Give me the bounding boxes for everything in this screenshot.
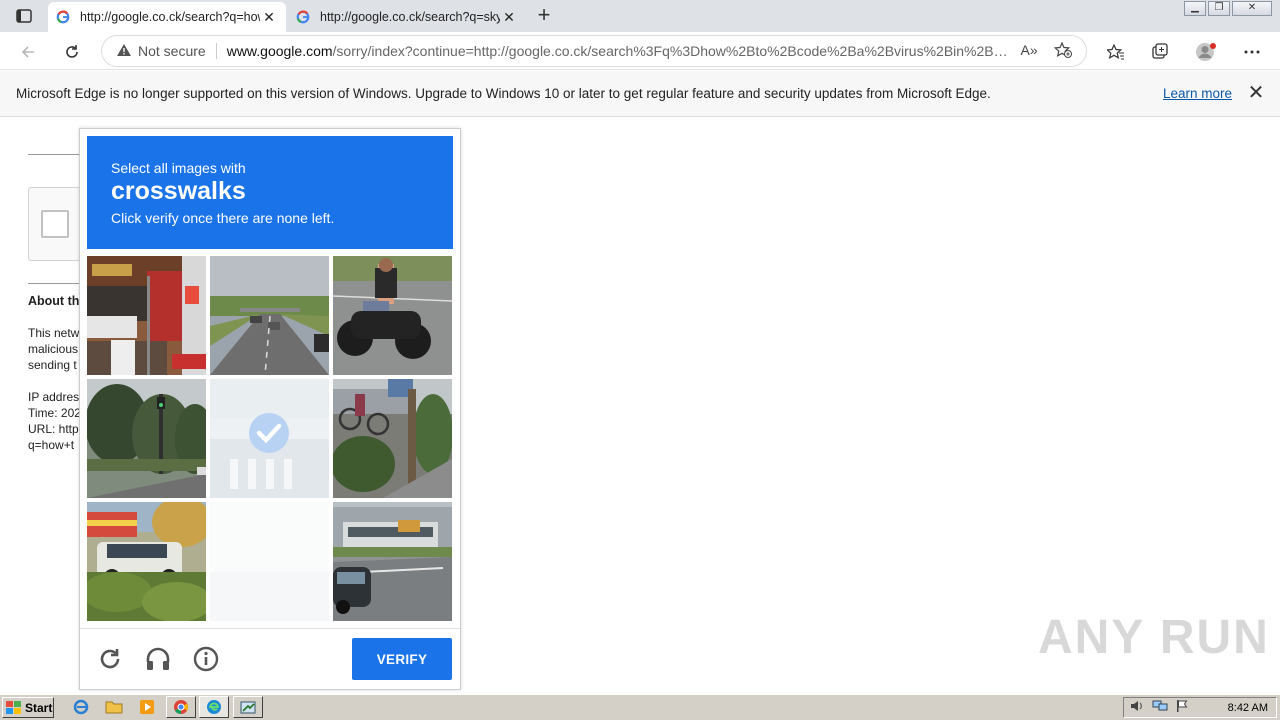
verify-button[interactable]: VERIFY	[352, 638, 452, 680]
windows-logo-icon	[6, 700, 21, 714]
learn-more-link[interactable]: Learn more	[1163, 86, 1232, 101]
divider	[28, 154, 80, 155]
minimize-icon[interactable]: ▁	[1184, 1, 1206, 16]
edge-taskbar-icon[interactable]	[199, 696, 229, 718]
tab-google-search-skype[interactable]: http://google.co.ck/search?q=skype ✕	[288, 2, 526, 32]
refresh-icon[interactable]	[60, 40, 84, 64]
media-player-icon[interactable]	[136, 697, 158, 717]
start-label: Start	[25, 700, 53, 715]
captcha-tile-parked-car[interactable]	[87, 502, 206, 621]
captcha-tile-street-bus[interactable]	[333, 502, 452, 621]
anyrun-watermark: ANY RUN	[1038, 611, 1270, 664]
close-window-icon[interactable]: ✕	[1232, 1, 1272, 16]
recaptcha-checkbox[interactable]	[41, 210, 69, 238]
captcha-tile-storefront[interactable]	[87, 256, 206, 375]
reload-icon[interactable]	[96, 645, 124, 673]
tab-actions-icon[interactable]	[8, 4, 40, 28]
warning-triangle-icon	[116, 43, 132, 60]
more-menu-icon[interactable]	[1240, 40, 1264, 64]
profile-avatar-icon[interactable]	[1194, 40, 1218, 64]
page-text-line: Time: 202	[28, 406, 80, 420]
audio-headphones-icon[interactable]	[144, 645, 172, 673]
page-text-line: q=how+t	[28, 438, 75, 452]
captcha-tile-bicycle-trees[interactable]	[333, 379, 452, 498]
back-arrow-icon[interactable]	[16, 40, 40, 64]
ie-icon[interactable]	[70, 697, 92, 717]
start-button[interactable]: Start	[2, 697, 54, 718]
captcha-footer-divider	[80, 628, 460, 629]
new-tab-plus-icon[interactable]: +	[532, 4, 556, 28]
captcha-tile-motorcycle[interactable]	[333, 256, 452, 375]
captcha-tile-highway[interactable]	[210, 256, 329, 375]
volume-icon[interactable]	[1130, 700, 1144, 715]
system-tray: 8:42 AM	[1123, 697, 1277, 718]
tab-close-icon[interactable]: ✕	[260, 9, 278, 26]
captcha-keyword: crosswalks	[111, 177, 246, 205]
favorites-icon[interactable]	[1104, 40, 1128, 64]
info-icon[interactable]	[192, 645, 220, 673]
security-label[interactable]: Not secure	[138, 43, 217, 59]
address-bar[interactable]: Not secure www.google.com /sorry/index?c…	[102, 36, 1086, 66]
clock: 8:42 AM	[1227, 701, 1268, 714]
read-aloud-icon[interactable]: A»	[1021, 42, 1038, 61]
page-text-line: IP addres	[28, 390, 80, 404]
page-text-line: This netw	[28, 326, 80, 340]
chrome-taskbar-icon[interactable]	[166, 696, 196, 718]
infobar-message: Microsoft Edge is no longer supported on…	[16, 86, 991, 101]
tab-title: http://google.co.ck/search?q=skype	[320, 10, 500, 24]
restore-icon[interactable]: ❐	[1208, 1, 1230, 16]
captcha-subinstruction: Click verify once there are none left.	[111, 210, 335, 226]
tab-google-search-how[interactable]: http://google.co.ck/search?q=how ✕	[48, 2, 286, 32]
tab-close-icon[interactable]: ✕	[500, 9, 518, 26]
page-text-line: sending t	[28, 358, 77, 372]
tool-taskbar-icon[interactable]	[233, 696, 263, 718]
action-center-flag-icon[interactable]	[1176, 700, 1188, 715]
page-text-line: malicious	[28, 342, 79, 356]
add-favorite-icon[interactable]	[1053, 41, 1072, 61]
url-domain: www.google.com	[226, 43, 333, 59]
url-path: /sorry/index?continue=http://google.co.c…	[332, 43, 1013, 59]
about-heading: About th	[28, 294, 80, 308]
divider	[28, 283, 80, 284]
collections-icon[interactable]	[1148, 40, 1172, 64]
captcha-tile-trees-road[interactable]	[87, 379, 206, 498]
infobar-close-icon[interactable]: ✕	[1245, 83, 1267, 104]
google-favicon-icon	[296, 10, 310, 24]
tab-title: http://google.co.ck/search?q=how	[80, 10, 260, 24]
network-icon[interactable]	[1152, 700, 1168, 715]
google-favicon-icon	[56, 10, 70, 24]
captcha-tile-blank[interactable]	[210, 502, 329, 621]
folder-icon[interactable]	[103, 697, 125, 717]
captcha-tile-selected[interactable]	[210, 379, 329, 498]
captcha-instruction: Select all images with	[111, 160, 246, 176]
page-text-line: URL: http	[28, 422, 79, 436]
